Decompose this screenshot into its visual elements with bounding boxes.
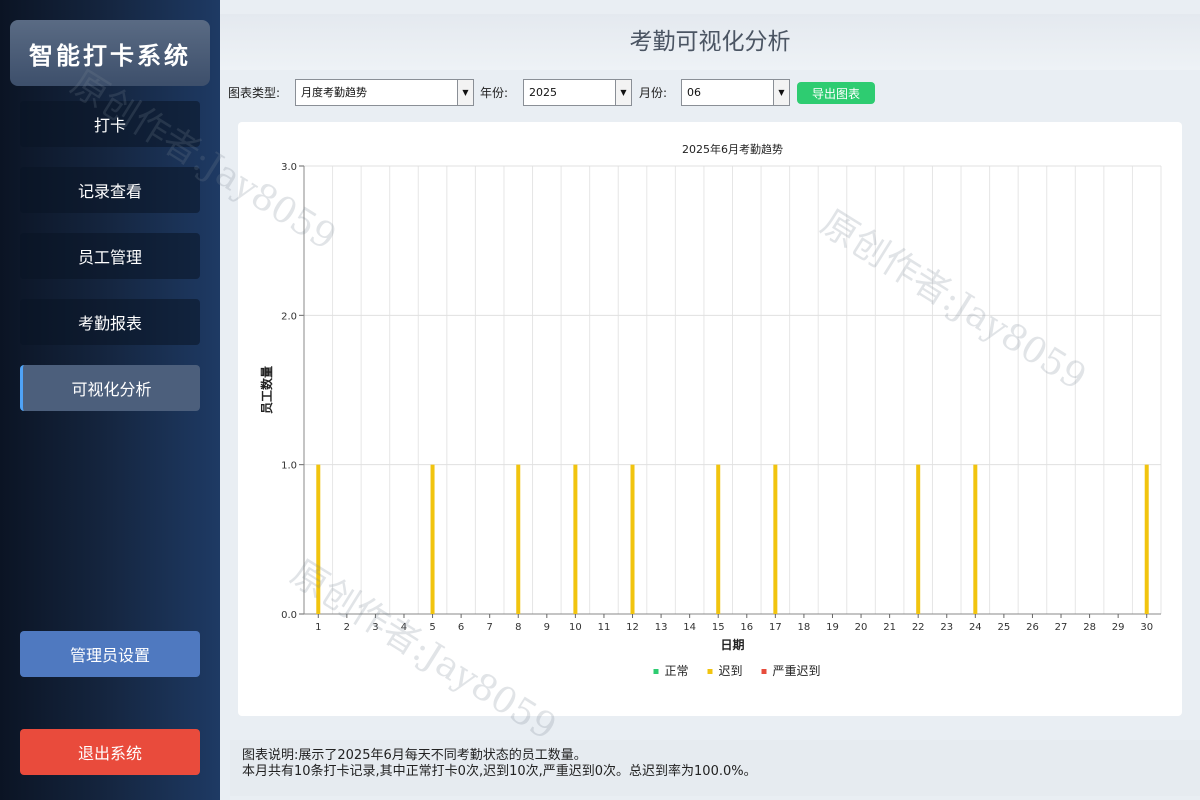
- page-title: 考勤可视化分析: [220, 14, 1200, 70]
- legend-swatch: [653, 669, 659, 674]
- month-value: 06: [687, 86, 701, 99]
- chart-type-label: 图表类型:: [228, 86, 281, 100]
- bar: [1144, 464, 1149, 614]
- legend-label: 正常: [665, 664, 689, 678]
- bar: [516, 464, 521, 614]
- y-axis-label: 员工数量: [259, 366, 274, 414]
- legend-label: 迟到: [719, 664, 743, 678]
- bar: [716, 464, 721, 614]
- sidebar: 智能打卡系统 打卡 记录查看 员工管理 考勤报表 可视化分析 管理员设置 退出系…: [0, 0, 220, 800]
- x-tick-label: 29: [1112, 622, 1125, 633]
- year-label: 年份:: [480, 86, 509, 100]
- y-tick-label: 3.0: [281, 162, 297, 173]
- x-tick-label: 7: [486, 622, 492, 633]
- month-select[interactable]: 06 ▼: [681, 79, 790, 106]
- x-tick-label: 19: [826, 622, 839, 633]
- x-tick-label: 10: [569, 622, 582, 633]
- x-tick-label: 24: [969, 622, 982, 633]
- x-tick-label: 4: [401, 622, 407, 633]
- x-axis-label: 日期: [720, 637, 744, 652]
- attendance-trend-chart: 2025年6月考勤趋势0.01.02.03.01 2 3 4 5 6 7 8 9 10 11 12 13…: [259, 142, 1162, 678]
- export-chart-button[interactable]: 导出图表: [797, 82, 875, 104]
- nav-item-employees[interactable]: 员工管理: [20, 233, 200, 279]
- x-tick-label: 5: [429, 622, 435, 633]
- x-tick-label: 11: [598, 622, 611, 633]
- legend-label: 严重迟到: [773, 664, 821, 678]
- x-tick-label: 22: [912, 622, 925, 633]
- x-tick-label: 9: [544, 622, 550, 633]
- y-tick-label: 0.0: [281, 610, 297, 621]
- x-tick-label: 14: [683, 622, 696, 633]
- description-line-2: 本月共有10条打卡记录,其中正常打卡0次,迟到10次,严重迟到0次。总迟到率为1…: [242, 764, 757, 779]
- exit-button[interactable]: 退出系统: [20, 729, 200, 775]
- x-tick-label: 2: [344, 622, 350, 633]
- chart-description: 图表说明:展示了2025年6月每天不同考勤状态的员工数量。 本月共有10条打卡记…: [230, 740, 1200, 796]
- bar: [316, 464, 321, 614]
- x-tick-label: 16: [740, 622, 753, 633]
- x-tick-label: 18: [798, 622, 811, 633]
- chevron-down-icon[interactable]: ▼: [773, 80, 789, 105]
- x-tick-label: 23: [940, 622, 953, 633]
- bar: [973, 464, 978, 614]
- x-tick-label: 6: [458, 622, 464, 633]
- x-tick-label: 8: [515, 622, 521, 633]
- bar: [630, 464, 635, 614]
- chevron-down-icon[interactable]: ▼: [615, 80, 631, 105]
- x-tick-label: 3: [372, 622, 378, 633]
- main-panel: 考勤可视化分析 图表类型: 月度考勤趋势 ▼ 年份: 2025 ▼ 月份: 06…: [220, 0, 1200, 800]
- admin-settings-button[interactable]: 管理员设置: [20, 631, 200, 677]
- year-select[interactable]: 2025 ▼: [523, 79, 632, 106]
- year-value: 2025: [529, 86, 557, 99]
- x-tick-label: 1: [315, 622, 321, 633]
- chevron-down-icon[interactable]: ▼: [457, 80, 473, 105]
- x-tick-label: 25: [998, 622, 1011, 633]
- y-tick-label: 1.0: [281, 461, 297, 472]
- legend-swatch: [761, 669, 767, 674]
- chart-card: 2025年6月考勤趋势 0.0 1.0 2.0 3.0 1 2 3 4 5 6 7 8 9 10 11 12 13…: [238, 122, 1182, 716]
- x-tick-label: 28: [1083, 622, 1096, 633]
- chart-type-select[interactable]: 月度考勤趋势 ▼: [295, 79, 474, 106]
- x-tick-label: 30: [1140, 622, 1153, 633]
- y-tick-label: 2.0: [281, 311, 297, 322]
- chart-type-value: 月度考勤趋势: [301, 86, 367, 99]
- bar: [916, 464, 921, 614]
- nav-item-reports[interactable]: 考勤报表: [20, 299, 200, 345]
- x-tick-label: 21: [883, 622, 896, 633]
- x-tick-label: 27: [1055, 622, 1068, 633]
- x-tick-label: 26: [1026, 622, 1039, 633]
- description-line-1: 图表说明:展示了2025年6月每天不同考勤状态的员工数量。: [242, 748, 587, 763]
- x-tick-label: 15: [712, 622, 725, 633]
- bar: [773, 464, 778, 614]
- x-tick-label: 13: [655, 622, 668, 633]
- nav-item-visualization[interactable]: 可视化分析: [20, 365, 200, 411]
- app-brand: 智能打卡系统: [10, 20, 210, 86]
- x-tick-label: 20: [855, 622, 868, 633]
- month-label: 月份:: [639, 86, 668, 100]
- x-tick-label: 17: [769, 622, 782, 633]
- nav-item-punch[interactable]: 打卡: [20, 101, 200, 147]
- legend-swatch: [707, 669, 713, 674]
- chart-title: 2025年6月考勤趋势: [682, 142, 783, 156]
- x-tick-label: 12: [626, 622, 639, 633]
- bar: [573, 464, 578, 614]
- bar: [430, 464, 435, 614]
- nav-item-records[interactable]: 记录查看: [20, 167, 200, 213]
